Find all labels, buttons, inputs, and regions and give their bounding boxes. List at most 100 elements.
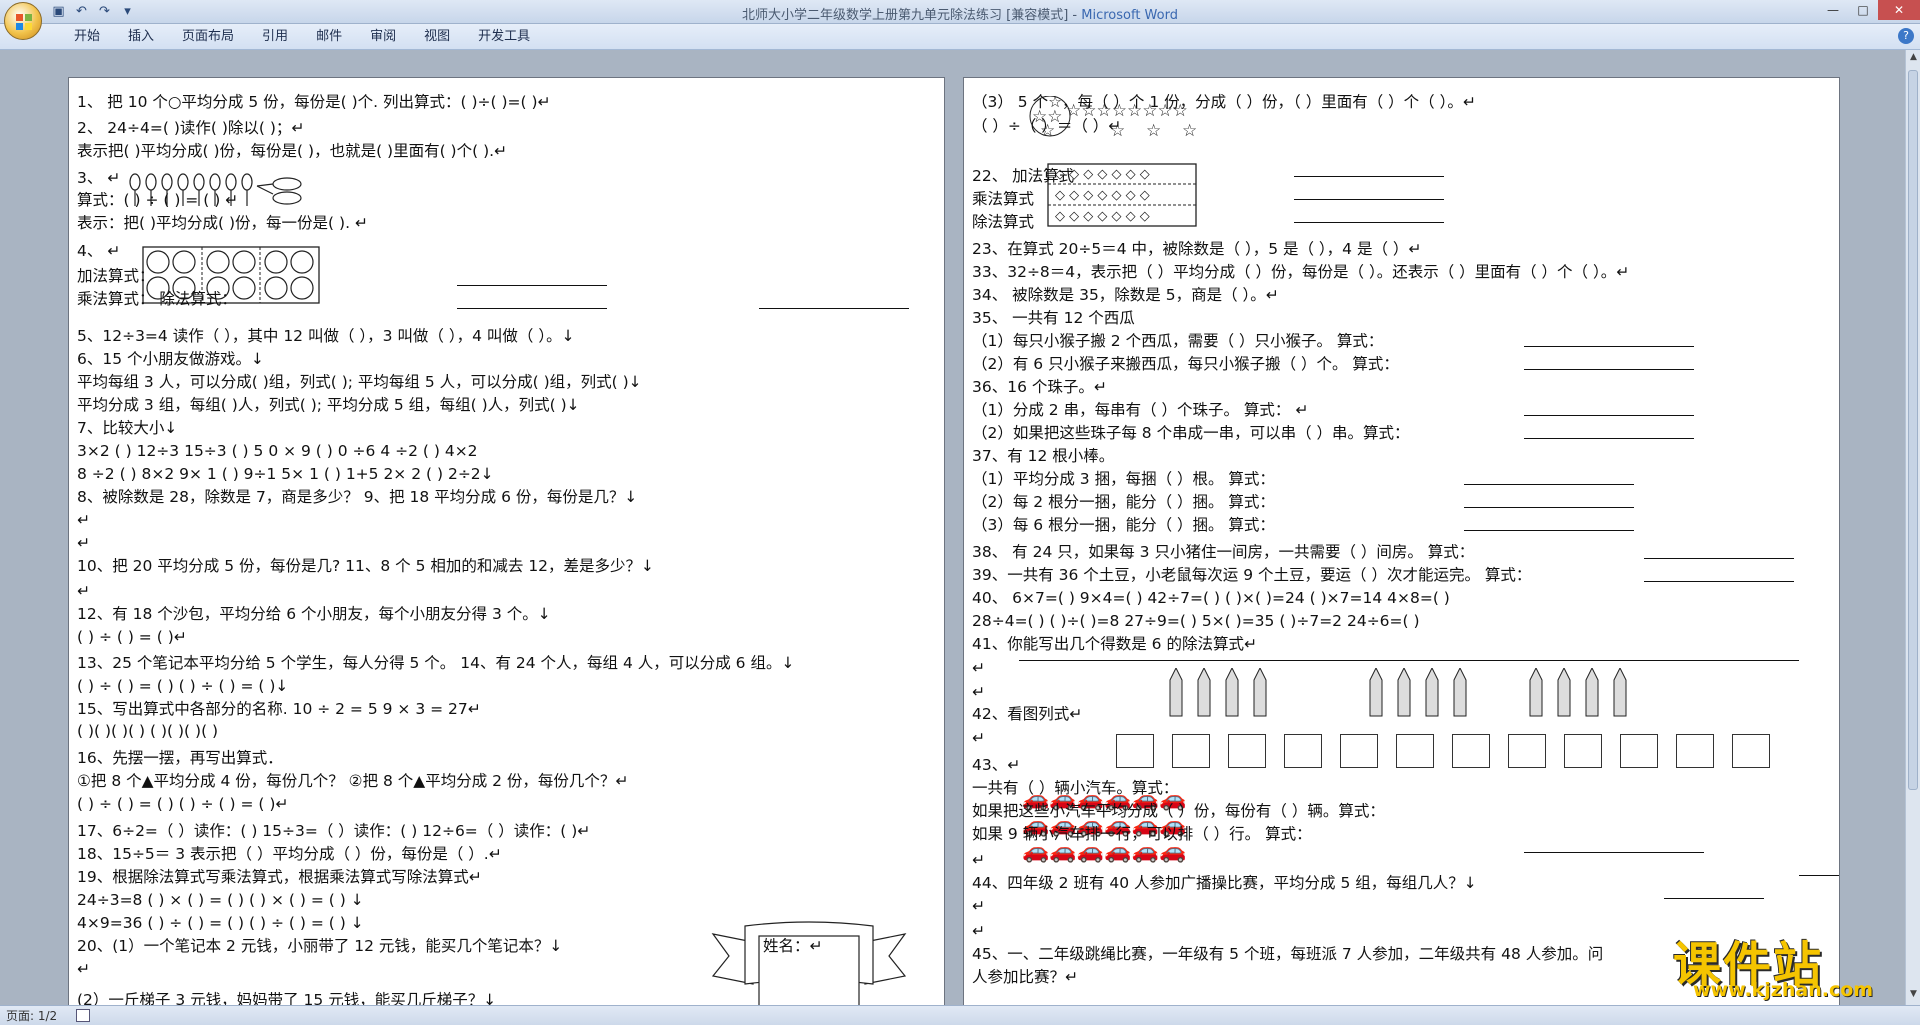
page2-text-line: ↵	[972, 851, 985, 869]
page2-text-line: 33、32÷8＝4，表示把（ ）平均分成（ ）份，每份是（ ）。还表示（ ）里面…	[972, 263, 1630, 281]
page1-text-line: 13、25 个笔记本平均分给 5 个学生，每人分得 5 个。 14、有 24 个…	[77, 654, 795, 672]
page2-text-line: （1）平均分成 3 捆，每捆（ ）根。 算式：	[972, 470, 1275, 488]
page1-text-line: 24÷3=8 ( ) × ( ) = ( ) ( ) × ( ) = ( ) ↓	[77, 891, 364, 909]
answer-line	[1019, 660, 1799, 661]
answer-box[interactable]	[1452, 734, 1490, 768]
page1-text-line: ①把 8 个▲平均分成 4 份，每份几个？ ②把 8 个▲平均分成 2 份，每份…	[77, 772, 629, 790]
tab-insert[interactable]: 插入	[114, 28, 168, 46]
page2-text-line: 39、一共有 36 个土豆，小老鼠每次运 9 个土豆，要运（ ）次才能运完。 算…	[972, 566, 1532, 584]
page1-text-line: 10、把 20 平均分成 5 份，每份是几? 11、8 个 5 相加的和减去 1…	[77, 557, 655, 575]
page2-text-line: （3） 5 个☆，每（ ）个 1 份，分成（ ）份，（ ）里面有（ ）个（ ）。…	[972, 93, 1476, 111]
tab-developer[interactable]: 开发工具	[464, 28, 544, 46]
page2-text-line: （ ）÷（ ）＝（ ）↵	[972, 117, 1122, 135]
answer-line	[759, 308, 909, 309]
answer-box[interactable]	[1116, 734, 1154, 768]
answer-box[interactable]	[1732, 734, 1770, 768]
page2-text-line: 乘法算式	[972, 190, 1035, 208]
office-button[interactable]	[4, 2, 42, 40]
office-logo-icon	[16, 14, 32, 30]
page1-text-line: 20、(1）一个笔记本 2 元钱，小丽带了 12 元钱，能买几个笔记本？↓	[77, 937, 563, 955]
page1-text-line: ( )( )( )( ) ( )( )( )( )	[77, 722, 219, 740]
svg-text:☆: ☆	[1182, 121, 1197, 140]
page1-text-line: ↵	[77, 511, 90, 529]
document-page-1[interactable]: 1、 把 10 个○平均分成 5 份，每份是( )个. 列出算式：( )÷( )…	[68, 77, 945, 1005]
title-bar: ▣ ↶ ↷ ▾ 北师大小学二年级数学上册第九单元除法练习 [兼容模式] - Mi…	[0, 0, 1920, 40]
page1-text-line: 19、根据除法算式写乘法算式，根据乘法算式写除法算式↵	[77, 868, 482, 886]
answer-line	[1799, 875, 1839, 876]
answer-line	[457, 308, 607, 309]
scroll-down-icon[interactable]: ▼	[1906, 989, 1920, 1003]
answer-box[interactable]	[1564, 734, 1602, 768]
pencils-figure-icon	[1169, 668, 1627, 717]
answer-box[interactable]	[1676, 734, 1714, 768]
answer-line	[1644, 558, 1794, 559]
answer-box[interactable]	[1508, 734, 1546, 768]
page1-text-line: ( ) ÷ ( ) = ( )↵	[77, 628, 187, 646]
page2-text-line: （1）分成 2 串，每串有（ ）个珠子。 算式： ↵	[972, 401, 1309, 419]
page1-text-line: ( ) ÷ ( ) = ( ) ( ) ÷ ( ) = ( )↵	[77, 795, 289, 813]
maximize-button[interactable]: □	[1848, 0, 1878, 20]
page1-text-line: 8 ÷2 ( ) 8×2 9× 1 ( ) 9÷1 5× 1 ( ) 1+5 2…	[77, 465, 494, 483]
page1-text-line: 平均分成 3 组，每组( )人，列式( ); 平均分成 5 组，每组( )人，列…	[77, 396, 580, 414]
page2-text-line: ↵	[972, 683, 985, 701]
answer-box[interactable]	[1340, 734, 1378, 768]
page2-text-line: 人参加比赛？↵	[972, 968, 1078, 986]
answer-line	[1664, 898, 1764, 899]
page2-text-line: 如果把这些小汽车平均分成（ ）份，每份有（ ）辆。算式：	[972, 802, 1385, 820]
vertical-scrollbar[interactable]: ▲ ▼	[1905, 50, 1920, 1005]
page2-text-line: 如果 9 辆小汽车排一行，可以排（ ）行。 算式：	[972, 825, 1312, 843]
answer-line	[1644, 581, 1794, 582]
help-icon[interactable]: ?	[1898, 28, 1914, 44]
page2-text-line: 41、你能写出几个得数是 6 的除法算式↵	[972, 635, 1257, 653]
page1-text-line: 15、写出算式中各部分的名称. 10 ÷ 2 = 5 9 × 3 = 27↵	[77, 700, 481, 718]
page2-text-line: 40、 6×7=( ) 9×4=( ) 42÷7=( ) ( )×( )=24 …	[972, 589, 1450, 607]
page2-text-line: 28÷4=( ) ( )÷( )=8 27÷9=( ) 5×( )=35 ( )…	[972, 612, 1420, 630]
page2-text-line: 35、 一共有 12 个西瓜	[972, 309, 1135, 327]
answer-box[interactable]	[1620, 734, 1658, 768]
page1-text-line: 3、 ↵	[77, 169, 121, 187]
page1-text-line: 5、12÷3=4 读作（ ），其中 12 叫做（ ），3 叫做（ ），4 叫做（…	[77, 327, 575, 345]
tab-view[interactable]: 视图	[410, 28, 464, 46]
svg-text:◇ ◇ ◇ ◇ ◇ ◇ ◇: ◇ ◇ ◇ ◇ ◇ ◇ ◇	[1055, 188, 1150, 203]
page2-text-line: 45、一、二年级跳绳比赛，一年级有 5 个班，每班派 7 人参加，二年级共有 4…	[972, 945, 1604, 963]
page2-text-line: 34、 被除数是 35，除数是 5，商是（ ）。↵	[972, 286, 1279, 304]
page2-text-line: 42、看图列式↵	[972, 705, 1083, 723]
page2-text-line: ↵	[972, 729, 985, 747]
answer-box[interactable]	[1396, 734, 1434, 768]
page1-text-line: 6、15 个小朋友做游戏。↓	[77, 350, 264, 368]
minimize-button[interactable]: —	[1818, 0, 1848, 20]
page1-text-line: ↵	[77, 960, 90, 978]
tab-references[interactable]: 引用	[248, 28, 302, 46]
page2-text-line: 44、四年级 2 班有 40 人参加广播操比赛，平均分成 5 组，每组几人？↓	[972, 874, 1477, 892]
answer-box[interactable]	[1172, 734, 1210, 768]
page1-text-line: 平均每组 3 人，可以分成( )组，列式( ); 平均每组 5 人，可以分成( …	[77, 373, 642, 391]
page-count[interactable]: 页面: 1/2	[6, 1006, 57, 1025]
page2-text-line: （1）每只小猴子搬 2 个西瓜，需要（ ）只小猴子。 算式：	[972, 332, 1384, 350]
scroll-up-icon[interactable]: ▲	[1906, 52, 1920, 66]
proofing-icon[interactable]	[76, 1009, 90, 1022]
page1-text-line: 乘法算式： 除法算式：	[77, 290, 237, 308]
answer-box[interactable]	[1284, 734, 1322, 768]
answer-line	[1524, 369, 1694, 370]
status-bar: 页面: 1/2	[0, 1005, 1920, 1025]
page1-text-line: 8、被除数是 28，除数是 7，商是多少？ 9、把 18 平均分成 6 份，每份…	[77, 488, 638, 506]
page1-text-line: ↵	[77, 534, 90, 552]
document-canvas: 1、 把 10 个○平均分成 5 份，每份是( )个. 列出算式：( )÷( )…	[0, 50, 1905, 1005]
page1-text-line: ↵	[77, 582, 90, 600]
page1-text-line: 4、 ↵	[77, 242, 121, 260]
page1-text-line: 18、15÷5＝ 3 表示把（ ）平均分成（ ）份，每份是（ ）.↵	[77, 845, 502, 863]
answer-line	[1294, 176, 1444, 177]
tab-home[interactable]: 开始	[60, 28, 114, 46]
page2-text-line: 一共有（ ）辆小汽车。算式：	[972, 779, 1179, 797]
scroll-thumb[interactable]	[1908, 70, 1918, 790]
page1-text-line: 表示：把( )平均分成( )份，每一份是( ). ↵	[77, 214, 368, 232]
page1-text-line: (2）一斤梯子 3 元钱，妈妈带了 15 元钱，能买几斤梯子？↓	[77, 991, 497, 1005]
tab-mailings[interactable]: 邮件	[302, 28, 356, 46]
close-button[interactable]: ✕	[1878, 0, 1920, 20]
document-page-2[interactable]: ☆☆ ☆☆☆☆☆☆☆☆ ☆ ☆ ☆ ☆ ◇ ◇ ◇ ◇ ◇ ◇ ◇ ◇ ◇ ◇ ◇ ◇ …	[963, 77, 1840, 1005]
page1-text-line: 4×9=36 ( ) ÷ ( ) = ( ) ( ) ÷ ( ) = ( ) ↓	[77, 914, 364, 932]
page2-text-line: 37、有 12 根小棒。	[972, 447, 1115, 465]
tab-page-layout[interactable]: 页面布局	[168, 28, 248, 46]
answer-box[interactable]	[1228, 734, 1266, 768]
tab-review[interactable]: 审阅	[356, 28, 410, 46]
